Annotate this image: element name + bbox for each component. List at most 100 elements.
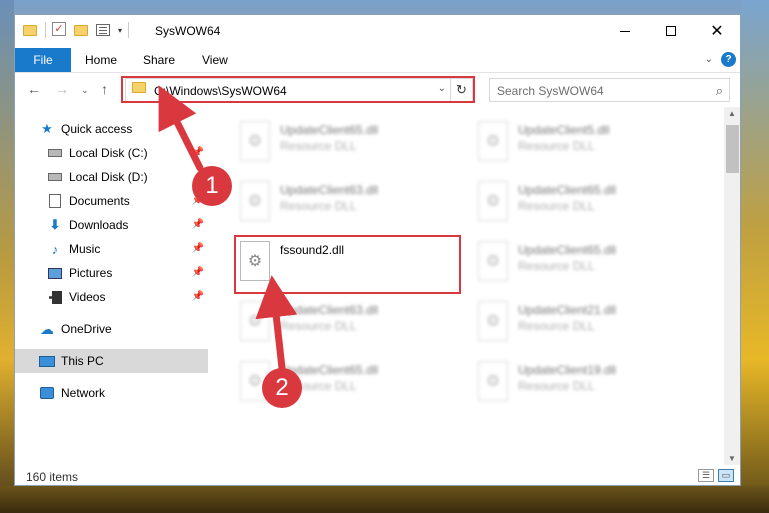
folder-icon (23, 22, 39, 38)
network-icon (39, 385, 55, 401)
documents-icon (47, 193, 63, 209)
computer-icon (39, 353, 55, 369)
vertical-scrollbar[interactable]: ▲ ▼ (724, 107, 740, 465)
window-controls: ✕ (602, 15, 740, 47)
qat-dropdown-icon[interactable]: ▾ (118, 26, 122, 35)
star-icon: ★ (41, 121, 53, 136)
properties-check-icon[interactable]: ✓ (52, 22, 68, 38)
download-icon: ⬇ (49, 217, 61, 232)
pin-icon: 📌 (191, 243, 204, 254)
file-name: UpdateClient65.dll (518, 183, 617, 197)
sidebar-item-downloads[interactable]: ⬇ Downloads 📌 (15, 213, 208, 237)
pin-icon: 📌 (191, 267, 204, 278)
expand-ribbon-chevron-icon[interactable]: ⌄ (705, 54, 713, 65)
file-type: Resource DLL (280, 139, 357, 153)
minimize-icon (620, 30, 630, 32)
file-name: UpdateClient65.dll (280, 123, 379, 137)
help-icon[interactable]: ? (721, 52, 736, 67)
window-title: SysWOW64 (155, 24, 221, 38)
scrollbar-thumb[interactable] (726, 125, 739, 173)
properties-icon[interactable] (96, 22, 112, 38)
scroll-up-icon[interactable]: ▲ (728, 109, 736, 118)
navigation-bar: ← → ⌄ ↑ C:\Windows\SysWOW64 ⌄ ↻ Search S… (15, 73, 740, 107)
sidebar-item-pictures[interactable]: Pictures 📌 (15, 261, 208, 285)
maximize-icon (666, 26, 676, 36)
gear-file-icon: ⚙ (478, 301, 508, 341)
large-icons-view-icon[interactable]: ▭ (718, 469, 734, 482)
pin-icon: 📌 (191, 147, 204, 158)
sidebar-item-label: Videos (69, 290, 106, 304)
file-item[interactable]: ⚙ UpdateClient19.dll Resource DLL (470, 355, 700, 411)
close-icon: ✕ (710, 23, 724, 40)
sidebar-item-label: OneDrive (61, 322, 112, 336)
toolbar-divider (45, 22, 46, 38)
cloud-icon: ☁ (40, 320, 54, 337)
address-highlight-box (121, 76, 475, 103)
videos-icon (47, 289, 63, 305)
tab-view[interactable]: View (202, 53, 228, 67)
quick-access-toolbar: ✓ ▾ (23, 22, 130, 38)
gear-file-icon: ⚙ (478, 361, 508, 401)
maximize-button[interactable] (648, 15, 694, 47)
tab-file[interactable]: File (15, 48, 71, 72)
status-bar: 160 items ☰ ▭ (15, 465, 740, 485)
item-count: 160 items (26, 470, 79, 484)
tab-home[interactable]: Home (85, 53, 117, 67)
sidebar-item-local-disk-c[interactable]: Local Disk (C:) 📌 (15, 141, 208, 165)
scroll-down-icon[interactable]: ▼ (728, 454, 736, 463)
sidebar-item-onedrive[interactable]: ☁ OneDrive (15, 317, 208, 341)
sidebar-item-local-disk-d[interactable]: Local Disk (D:) (15, 165, 208, 189)
file-item[interactable]: ⚙ UpdateClient65.dll Resource DLL (470, 235, 700, 291)
minimize-button[interactable] (602, 15, 648, 47)
file-highlight-box (234, 235, 461, 294)
file-type: Resource DLL (518, 259, 595, 273)
file-type: Resource DLL (518, 139, 595, 153)
search-box[interactable]: Search SysWOW64 ⌕ (489, 78, 730, 102)
sidebar-item-videos[interactable]: Videos 📌 (15, 285, 208, 309)
file-item[interactable]: ⚙ UpdateClient65.dll Resource DLL (470, 175, 700, 231)
file-item[interactable]: ⚙ UpdateClient5.dll Resource DLL (470, 115, 700, 171)
up-arrow-icon[interactable]: ↑ (101, 81, 108, 97)
disk-icon (47, 169, 63, 185)
gear-file-icon: ⚙ (478, 121, 508, 161)
forward-arrow-icon[interactable]: → (55, 81, 69, 97)
sidebar-item-this-pc[interactable]: This PC (15, 349, 208, 373)
ribbon-right-controls: ⌄ ? (705, 52, 736, 67)
back-arrow-icon[interactable]: ← (27, 81, 41, 97)
file-list: ⚙ UpdateClient65.dll Resource DLL ⚙ Upda… (212, 107, 724, 465)
file-type: Resource DLL (280, 199, 357, 213)
file-type: Resource DLL (280, 319, 357, 333)
close-button[interactable]: ✕ (694, 15, 740, 47)
file-item[interactable]: ⚙ UpdateClient21.dll Resource DLL (470, 295, 700, 351)
file-name: UpdateClient5.dll (518, 123, 610, 137)
file-item[interactable]: ⚙ UpdateClient63.dll Resource DLL (232, 175, 462, 231)
explorer-window: ✓ ▾ SysWOW64 ✕ File Home Share View ⌄ ? … (14, 14, 741, 486)
toolbar-divider (128, 22, 130, 38)
file-item[interactable]: ⚙ UpdateClient63.dll Resource DLL (232, 295, 462, 351)
sidebar-item-label: Music (69, 242, 101, 256)
pin-icon: 📌 (191, 291, 204, 302)
sidebar-item-network[interactable]: Network (15, 381, 208, 405)
search-icon[interactable]: ⌕ (716, 83, 723, 99)
gear-file-icon: ⚙ (240, 181, 270, 221)
sidebar-item-documents[interactable]: Documents 📌 (15, 189, 208, 213)
tab-share[interactable]: Share (143, 53, 175, 67)
file-item[interactable]: ⚙ UpdateClient65.dll Resource DLL (232, 115, 462, 171)
sidebar-item-music[interactable]: ♪ Music 📌 (15, 237, 208, 261)
title-bar: ✓ ▾ SysWOW64 ✕ (15, 15, 740, 47)
search-input[interactable]: Search SysWOW64 (497, 84, 604, 98)
sidebar-item-label: Downloads (69, 218, 129, 232)
recent-locations-chevron-icon[interactable]: ⌄ (81, 85, 89, 96)
sidebar-item-quick-access[interactable]: ★ Quick access (15, 117, 208, 141)
ribbon-tabs: File Home Share View ⌄ ? (15, 47, 740, 73)
desktop-background-bottom (0, 486, 769, 513)
sidebar-item-label: Network (61, 386, 106, 400)
desktop-background-left (0, 0, 14, 513)
sidebar-item-label: This PC (61, 354, 104, 368)
new-folder-icon[interactable] (74, 22, 90, 38)
file-name: UpdateClient19.dll (518, 363, 617, 377)
file-type: Resource DLL (518, 319, 595, 333)
sidebar-item-label: Quick access (61, 122, 133, 136)
details-view-icon[interactable]: ☰ (698, 469, 714, 482)
view-toggle: ☰ ▭ (698, 469, 734, 482)
